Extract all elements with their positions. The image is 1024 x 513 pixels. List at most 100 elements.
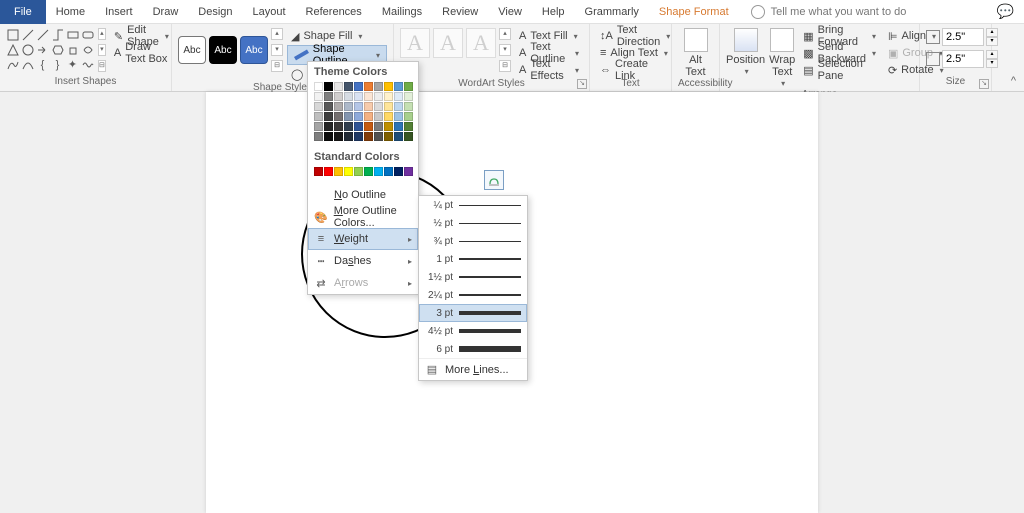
color-swatch[interactable] (334, 122, 343, 131)
color-swatch[interactable] (404, 102, 413, 111)
tab-insert[interactable]: Insert (95, 0, 143, 24)
color-swatch[interactable] (354, 132, 363, 141)
color-swatch[interactable] (334, 92, 343, 101)
color-swatch[interactable] (364, 132, 373, 141)
wordart-thumb-3[interactable]: A (466, 28, 496, 58)
shapes-gallery-spinner[interactable]: ▴▾⊟ (98, 28, 106, 72)
tab-draw[interactable]: Draw (143, 0, 189, 24)
weight-item[interactable]: ≡Weight▸ (308, 228, 418, 250)
color-swatch[interactable] (314, 167, 323, 176)
shape-brace2-icon[interactable]: } (51, 58, 64, 71)
color-swatch[interactable] (324, 82, 333, 91)
color-swatch[interactable] (374, 132, 383, 141)
color-swatch[interactable] (394, 122, 403, 131)
color-swatch[interactable] (384, 102, 393, 111)
wrap-text-button[interactable]: Wrap Text▾ (769, 28, 795, 89)
color-swatch[interactable] (394, 132, 403, 141)
shape-curve-icon[interactable] (6, 58, 19, 71)
color-swatch[interactable] (374, 122, 383, 131)
color-swatch[interactable] (384, 122, 393, 131)
height-spinner[interactable]: ▴▾ (986, 28, 998, 46)
color-swatch[interactable] (404, 82, 413, 91)
shape-freeform-icon[interactable] (21, 58, 34, 71)
wordart-spinner[interactable]: ▴▾⊟ (499, 28, 511, 72)
wordart-thumb-2[interactable]: A (433, 28, 463, 58)
weight-option[interactable]: 2¼ pt (419, 286, 527, 304)
tab-view[interactable]: View (488, 0, 532, 24)
tab-help[interactable]: Help (532, 0, 575, 24)
color-swatch[interactable] (394, 82, 403, 91)
height-field[interactable]: 2.5" (942, 28, 984, 46)
tab-design[interactable]: Design (188, 0, 242, 24)
color-swatch[interactable] (374, 82, 383, 91)
color-swatch[interactable] (354, 122, 363, 131)
color-swatch[interactable] (344, 92, 353, 101)
color-swatch[interactable] (384, 92, 393, 101)
draw-text-box-button[interactable]: ADraw Text Box (110, 45, 173, 61)
tab-grammarly[interactable]: Grammarly (575, 0, 649, 24)
shape-connector-icon[interactable] (51, 28, 64, 41)
tab-shape-format[interactable]: Shape Format (649, 0, 739, 24)
color-swatch[interactable] (364, 122, 373, 131)
color-swatch[interactable] (324, 132, 333, 141)
color-swatch[interactable] (364, 82, 373, 91)
weight-option[interactable]: ½ pt (419, 214, 527, 232)
tab-mailings[interactable]: Mailings (372, 0, 432, 24)
color-swatch[interactable] (374, 102, 383, 111)
color-swatch[interactable] (354, 167, 363, 176)
color-swatch[interactable] (334, 167, 343, 176)
shape-fill-button[interactable]: ◢Shape Fill▾ (287, 28, 387, 44)
color-swatch[interactable] (404, 112, 413, 121)
color-swatch[interactable] (354, 102, 363, 111)
selection-pane-button[interactable]: ▤Selection Pane (799, 62, 880, 78)
shape-scribble-icon[interactable] (81, 58, 94, 71)
color-swatch[interactable] (334, 102, 343, 111)
layout-options-button[interactable] (484, 170, 504, 190)
color-swatch[interactable] (314, 122, 323, 131)
color-swatch[interactable] (354, 92, 363, 101)
color-swatch[interactable] (344, 112, 353, 121)
shape-callout-icon[interactable] (81, 43, 94, 56)
alt-text-button[interactable]: Alt Text (678, 28, 713, 78)
color-swatch[interactable] (394, 112, 403, 121)
weight-option[interactable]: ¾ pt (419, 232, 527, 250)
more-lines-item[interactable]: ▤More Lines... (419, 358, 527, 380)
collapse-ribbon-icon[interactable]: ^ (1011, 75, 1016, 87)
weight-option[interactable]: 3 pt (419, 304, 527, 322)
color-swatch[interactable] (334, 132, 343, 141)
color-swatch[interactable] (314, 92, 323, 101)
tab-review[interactable]: Review (432, 0, 488, 24)
weight-option[interactable]: 6 pt (419, 340, 527, 358)
more-outline-colors-item[interactable]: 🎨More Outline Colors... (308, 206, 418, 228)
color-swatch[interactable] (364, 92, 373, 101)
color-swatch[interactable] (324, 112, 333, 121)
color-swatch[interactable] (344, 102, 353, 111)
shape-hexagon-icon[interactable] (51, 43, 64, 56)
color-swatch[interactable] (364, 112, 373, 121)
color-swatch[interactable] (314, 102, 323, 111)
shape-textbox-icon[interactable] (6, 28, 19, 41)
width-field[interactable]: 2.5" (942, 50, 984, 68)
shape-brace-icon[interactable]: { (36, 58, 49, 71)
color-swatch[interactable] (394, 167, 403, 176)
color-swatch[interactable] (384, 82, 393, 91)
shape-triangle-icon[interactable] (6, 43, 19, 56)
weight-option[interactable]: 1½ pt (419, 268, 527, 286)
tab-references[interactable]: References (296, 0, 372, 24)
weight-option[interactable]: 4½ pt (419, 322, 527, 340)
color-swatch[interactable] (374, 112, 383, 121)
color-swatch[interactable] (344, 132, 353, 141)
color-swatch[interactable] (324, 167, 333, 176)
color-swatch[interactable] (384, 167, 393, 176)
text-effects-button[interactable]: AText Effects▾ (515, 62, 583, 78)
shapes-gallery[interactable]: { } ✦ (6, 28, 94, 71)
color-swatch[interactable] (324, 122, 333, 131)
shape-styles-spinner[interactable]: ▴▾⊟ (271, 28, 283, 72)
tab-file[interactable]: File (0, 0, 46, 24)
shape-arrow-icon[interactable] (21, 43, 34, 56)
color-swatch[interactable] (364, 167, 373, 176)
width-spinner[interactable]: ▴▾ (986, 50, 998, 68)
weight-option[interactable]: 1 pt (419, 250, 527, 268)
color-swatch[interactable] (384, 132, 393, 141)
color-swatch[interactable] (344, 82, 353, 91)
